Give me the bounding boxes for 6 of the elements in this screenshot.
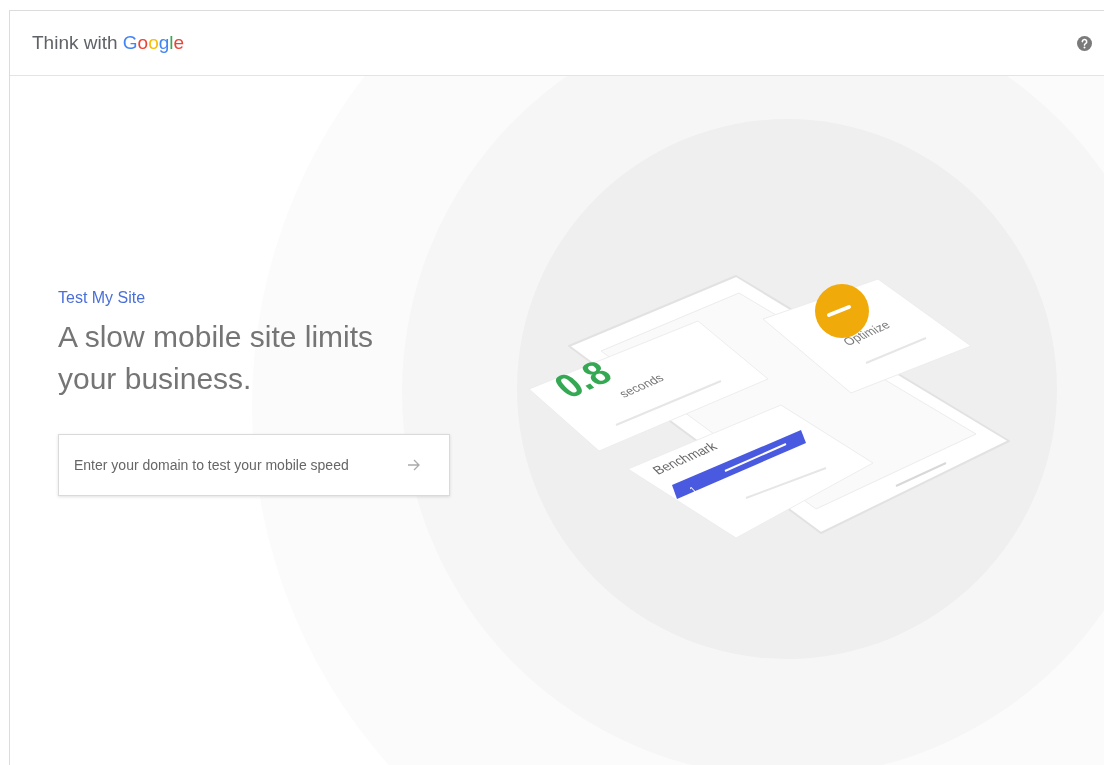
eyebrow-title: Test My Site (58, 288, 147, 308)
domain-input-field[interactable]: Enter your domain to test your mobile speed (58, 434, 450, 496)
logo[interactable]: Think with Google (32, 28, 185, 58)
arrow-right-icon[interactable] (407, 459, 421, 471)
help-icon[interactable] (1077, 35, 1092, 51)
headline: A slow mobile site limits your business. (58, 319, 375, 397)
